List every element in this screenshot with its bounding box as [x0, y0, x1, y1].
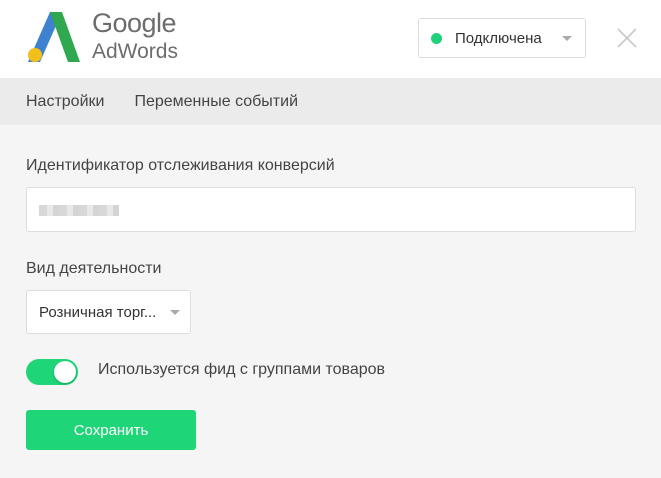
adwords-logo-icon	[28, 12, 80, 62]
save-button[interactable]: Сохранить	[26, 410, 196, 450]
product-feed-toggle[interactable]	[26, 359, 78, 385]
activity-type-select[interactable]: Розничная торг...	[26, 290, 191, 334]
header: Google AdWords Подключена	[0, 0, 661, 78]
conversion-id-label: Идентификатор отслеживания конверсий	[26, 157, 335, 174]
activity-type-label: Вид деятельности	[26, 260, 162, 277]
logo-text-adwords: AdWords	[92, 40, 178, 63]
status-label: Подключена	[455, 29, 542, 47]
chevron-down-icon	[562, 36, 572, 41]
activity-type-value: Розничная торг...	[39, 303, 157, 321]
tab-event-variables[interactable]: Переменные событий	[134, 93, 298, 111]
tab-settings[interactable]: Настройки	[26, 93, 104, 111]
tab-bar: Настройки Переменные событий	[0, 78, 661, 125]
logo-text-google: Google	[92, 8, 177, 38]
close-icon[interactable]	[616, 27, 638, 49]
status-dot-icon	[431, 32, 442, 44]
toggle-knob	[54, 361, 76, 383]
redacted-value	[39, 205, 119, 216]
settings-panel: Идентификатор отслеживания конверсий Вид…	[0, 125, 661, 478]
product-feed-toggle-label: Используется фид с группами товаров	[98, 361, 386, 378]
conversion-id-input[interactable]	[26, 187, 636, 232]
connection-status-select[interactable]: Подключена	[418, 18, 586, 58]
chevron-down-icon	[170, 310, 180, 315]
